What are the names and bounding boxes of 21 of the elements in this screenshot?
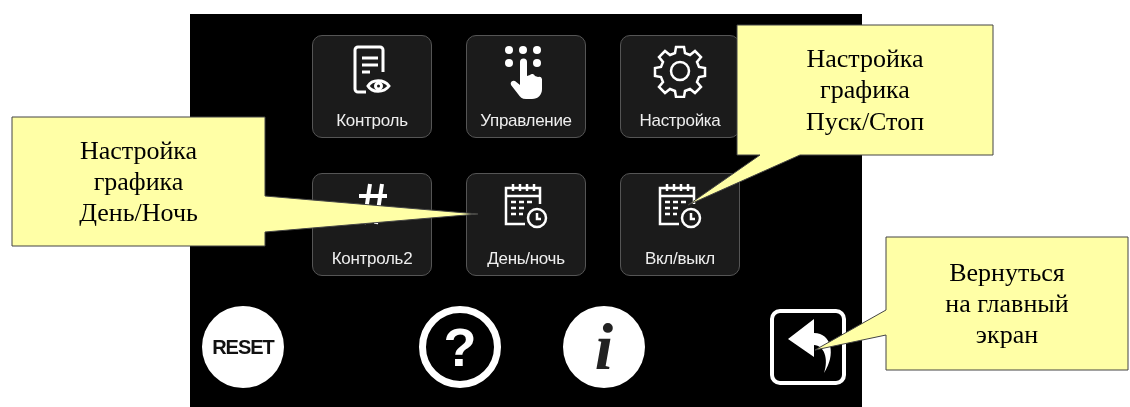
callout-text: графика bbox=[820, 74, 910, 106]
callout-text: День/Ночь bbox=[79, 197, 198, 229]
callout-text: Пуск/Стоп bbox=[805, 105, 925, 137]
menu-tile[interactable]: День/ночь bbox=[466, 173, 586, 276]
menu-tile[interactable]: Контроль bbox=[312, 35, 432, 138]
callout-text: Настройка bbox=[79, 134, 198, 166]
callout-text: Вернуться bbox=[949, 256, 1065, 288]
calendar-clock-icon bbox=[503, 182, 549, 230]
callout-text: графика bbox=[93, 165, 184, 198]
document-eye-icon bbox=[352, 44, 392, 96]
reset-button[interactable]: RESET bbox=[202, 306, 284, 388]
menu-tile[interactable]: Вкл/выкл bbox=[620, 173, 740, 276]
info-button[interactable]: i bbox=[563, 306, 645, 388]
help-button[interactable]: ? bbox=[419, 306, 501, 388]
callout-text: экран bbox=[975, 319, 1039, 351]
calendar-clock-icon bbox=[657, 182, 703, 230]
callout-text: на главный bbox=[945, 287, 1069, 320]
menu-tile[interactable]: Управление bbox=[466, 35, 586, 138]
back-button[interactable] bbox=[770, 309, 846, 385]
callout-text: Настройка bbox=[806, 43, 924, 75]
gear-icon bbox=[653, 44, 707, 98]
